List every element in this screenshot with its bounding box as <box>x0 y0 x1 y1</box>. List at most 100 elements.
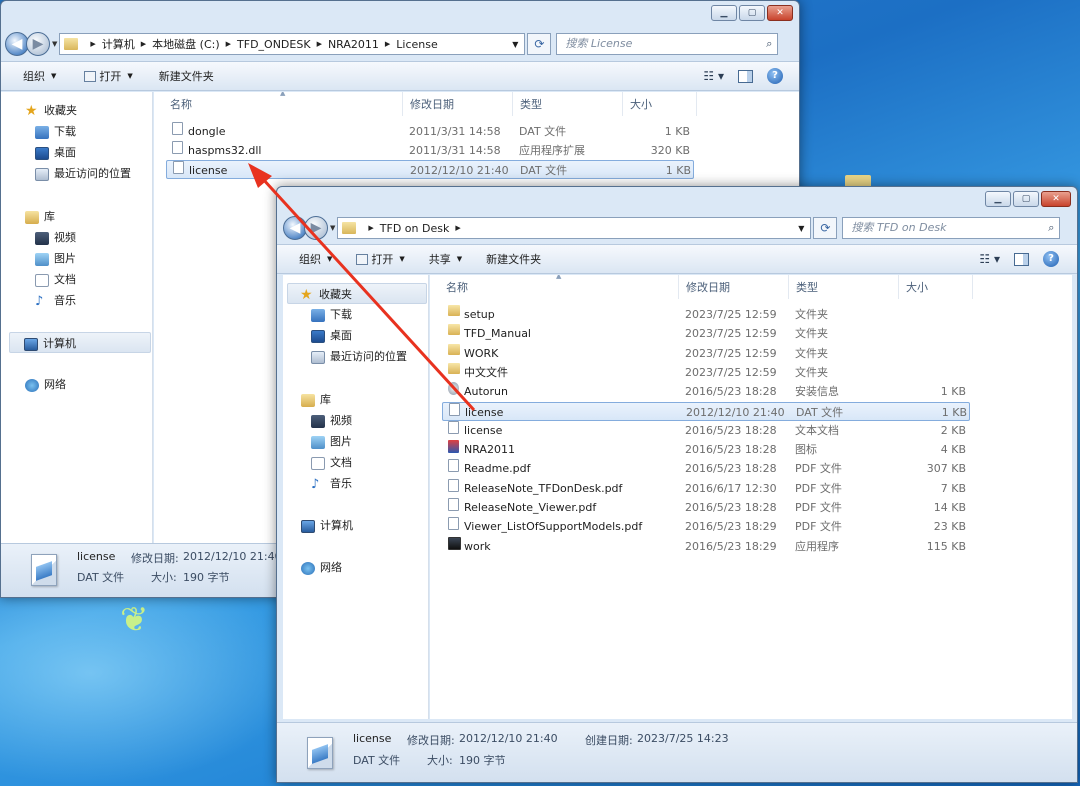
nav-libraries[interactable]: 库 <box>301 389 331 410</box>
open-button[interactable]: 打开 ▼ <box>356 251 405 267</box>
breadcrumb-item[interactable]: TFD_ONDESK <box>237 38 311 51</box>
nav-desktop[interactable]: 桌面 <box>311 325 352 346</box>
nav-network[interactable]: 网络 <box>301 557 342 578</box>
file-row[interactable]: Readme.pdf 2016/5/23 18:28 PDF 文件 307 KB <box>442 459 970 478</box>
search-input[interactable]: 搜索 TFD on Desk ⌕ <box>842 217 1061 239</box>
file-row[interactable]: 中文文件 2023/7/25 12:59 文件夹 <box>442 362 970 382</box>
maximize-button[interactable]: ▢ <box>739 5 765 21</box>
column-header-name[interactable]: 名称 <box>170 96 192 112</box>
explorer-window-tfd-on-desk[interactable]: ▁ ▢ ✕ ◀ ▶ ▼ ▶ TFD on Desk ▶ ▼ ⟳ 搜索 TFD o… <box>276 186 1078 783</box>
status-date: 2012/12/10 21:40 <box>183 550 282 563</box>
file-row-selected[interactable]: license 2012/12/10 21:40 DAT 文件 1 KB <box>442 401 970 421</box>
organize-button[interactable]: 组织 ▼ <box>23 68 56 84</box>
address-dropdown-icon[interactable]: ▼ <box>798 224 804 233</box>
preview-pane-icon[interactable] <box>738 69 753 83</box>
search-icon[interactable]: ⌕ <box>1048 218 1054 238</box>
open-button[interactable]: 打开 ▼ <box>84 68 133 84</box>
breadcrumb[interactable]: ▶ TFD on Desk ▶ ▼ <box>337 217 812 239</box>
refresh-button[interactable]: ⟳ <box>527 33 552 55</box>
column-header-date[interactable]: 修改日期 <box>686 279 730 295</box>
file-row[interactable]: Autorun 2016/5/23 18:28 安装信息 1 KB <box>442 382 970 401</box>
view-options-icon[interactable]: ☷ ▾ <box>979 252 1000 266</box>
address-dropdown-icon[interactable]: ▼ <box>512 40 518 49</box>
file-row[interactable]: license 2016/5/23 18:28 文本文档 2 KB <box>442 420 970 440</box>
music-icon: ♪ <box>35 293 44 309</box>
view-options-icon[interactable]: ☷ ▾ <box>703 69 724 83</box>
close-button[interactable]: ✕ <box>1041 191 1071 207</box>
file-row[interactable]: setup 2023/7/25 12:59 文件夹 <box>442 305 970 324</box>
nav-desktop[interactable]: 桌面 <box>35 142 76 163</box>
nav-downloads[interactable]: 下载 <box>35 121 76 142</box>
file-row[interactable]: dongle 2011/3/31 14:58 DAT 文件 1 KB <box>166 122 694 141</box>
nav-libraries[interactable]: 库 <box>25 206 55 227</box>
file-row[interactable]: WORK 2023/7/25 12:59 文件夹 <box>442 343 970 363</box>
libraries-icon <box>301 393 315 407</box>
chevron-right-icon[interactable]: ▶ <box>455 224 460 232</box>
nav-favorites[interactable]: ★ 收藏夹 <box>287 283 427 304</box>
minimize-button[interactable]: ▁ <box>711 5 737 21</box>
file-row[interactable]: ReleaseNote_TFDonDesk.pdf 2016/6/17 12:30… <box>442 478 970 498</box>
maximize-button[interactable]: ▢ <box>1013 191 1039 207</box>
help-icon[interactable]: ? <box>1043 251 1059 267</box>
close-button[interactable]: ✕ <box>767 5 793 21</box>
file-row[interactable]: NRA2011 2016/5/23 18:28 图标 4 KB <box>442 440 970 459</box>
nav-computer[interactable]: 计算机 <box>9 332 151 353</box>
nav-pictures[interactable]: 图片 <box>35 248 76 269</box>
status-size: 190 字节 <box>183 571 230 584</box>
nav-recent[interactable]: 最近访问的位置 <box>35 163 131 184</box>
file-date: 2023/7/25 12:59 <box>685 327 777 341</box>
nav-downloads[interactable]: 下载 <box>311 304 352 325</box>
history-dropdown-icon[interactable]: ▼ <box>52 40 57 48</box>
nav-music[interactable]: ♪ 音乐 <box>311 473 352 494</box>
file-row[interactable]: work 2016/5/23 18:29 应用程序 115 KB <box>442 536 970 556</box>
breadcrumb[interactable]: ▶ 计算机 ▶ 本地磁盘 (C:) ▶ TFD_ONDESK ▶ NRA2011… <box>59 33 526 55</box>
preview-pane-icon[interactable] <box>1014 252 1029 266</box>
breadcrumb-item[interactable]: 本地磁盘 (C:) <box>152 36 219 52</box>
column-header-date[interactable]: 修改日期 <box>410 96 454 112</box>
file-size: 1 KB <box>664 125 690 138</box>
file-row[interactable]: haspms32.dll 2011/3/31 14:58 应用程序扩展 320 … <box>166 141 694 160</box>
breadcrumb-item[interactable]: License <box>396 38 437 51</box>
new-folder-button[interactable]: 新建文件夹 <box>486 251 541 267</box>
chevron-right-icon[interactable]: ▶ <box>141 40 146 48</box>
chevron-right-icon[interactable]: ▶ <box>90 40 95 48</box>
organize-button[interactable]: 组织 ▼ <box>299 251 332 267</box>
refresh-button[interactable]: ⟳ <box>813 217 838 239</box>
chevron-right-icon[interactable]: ▶ <box>226 40 231 48</box>
forward-button[interactable]: ▶ <box>304 216 328 240</box>
breadcrumb-item[interactable]: NRA2011 <box>328 38 379 51</box>
share-button[interactable]: 共享 ▼ <box>429 251 462 267</box>
nav-documents[interactable]: 文档 <box>35 269 76 290</box>
column-header-type[interactable]: 类型 <box>520 96 542 112</box>
nav-music[interactable]: ♪ 音乐 <box>35 290 76 311</box>
history-dropdown-icon[interactable]: ▼ <box>330 224 335 232</box>
column-header-size[interactable]: 大小 <box>906 279 928 295</box>
search-input[interactable]: 搜索 License ⌕ <box>556 33 779 55</box>
nav-videos[interactable]: 视频 <box>311 410 352 431</box>
minimize-button[interactable]: ▁ <box>985 191 1011 207</box>
breadcrumb-item[interactable]: 计算机 <box>102 36 135 52</box>
nav-network[interactable]: 网络 <box>25 374 66 395</box>
nav-favorites[interactable]: ★ 收藏夹 <box>25 100 77 121</box>
nav-pictures[interactable]: 图片 <box>311 431 352 452</box>
chevron-right-icon[interactable]: ▶ <box>317 40 322 48</box>
new-folder-button[interactable]: 新建文件夹 <box>159 68 214 84</box>
file-row[interactable]: TFD_Manual 2023/7/25 12:59 文件夹 <box>442 324 970 343</box>
file-date: 2016/5/23 18:28 <box>685 423 777 437</box>
help-icon[interactable]: ? <box>767 68 783 84</box>
column-header-size[interactable]: 大小 <box>630 96 652 112</box>
nav-documents[interactable]: 文档 <box>311 452 352 473</box>
search-icon[interactable]: ⌕ <box>766 34 772 54</box>
nav-videos[interactable]: 视频 <box>35 227 76 248</box>
nav-recent[interactable]: 最近访问的位置 <box>311 346 407 367</box>
file-row-selected[interactable]: license 2012/12/10 21:40 DAT 文件 1 KB <box>166 160 694 179</box>
chevron-right-icon[interactable]: ▶ <box>385 40 390 48</box>
column-header-name[interactable]: 名称 <box>446 279 468 295</box>
file-row[interactable]: ReleaseNote_Viewer.pdf 2016/5/23 18:28 PDF… <box>442 498 970 517</box>
file-row[interactable]: Viewer_ListOfSupportModels.pdf 2016/5/23 … <box>442 517 970 536</box>
column-header-type[interactable]: 类型 <box>796 279 818 295</box>
chevron-right-icon[interactable]: ▶ <box>368 224 373 232</box>
breadcrumb-item[interactable]: TFD on Desk <box>380 222 450 235</box>
nav-computer[interactable]: 计算机 <box>301 515 353 536</box>
forward-button[interactable]: ▶ <box>26 32 50 56</box>
